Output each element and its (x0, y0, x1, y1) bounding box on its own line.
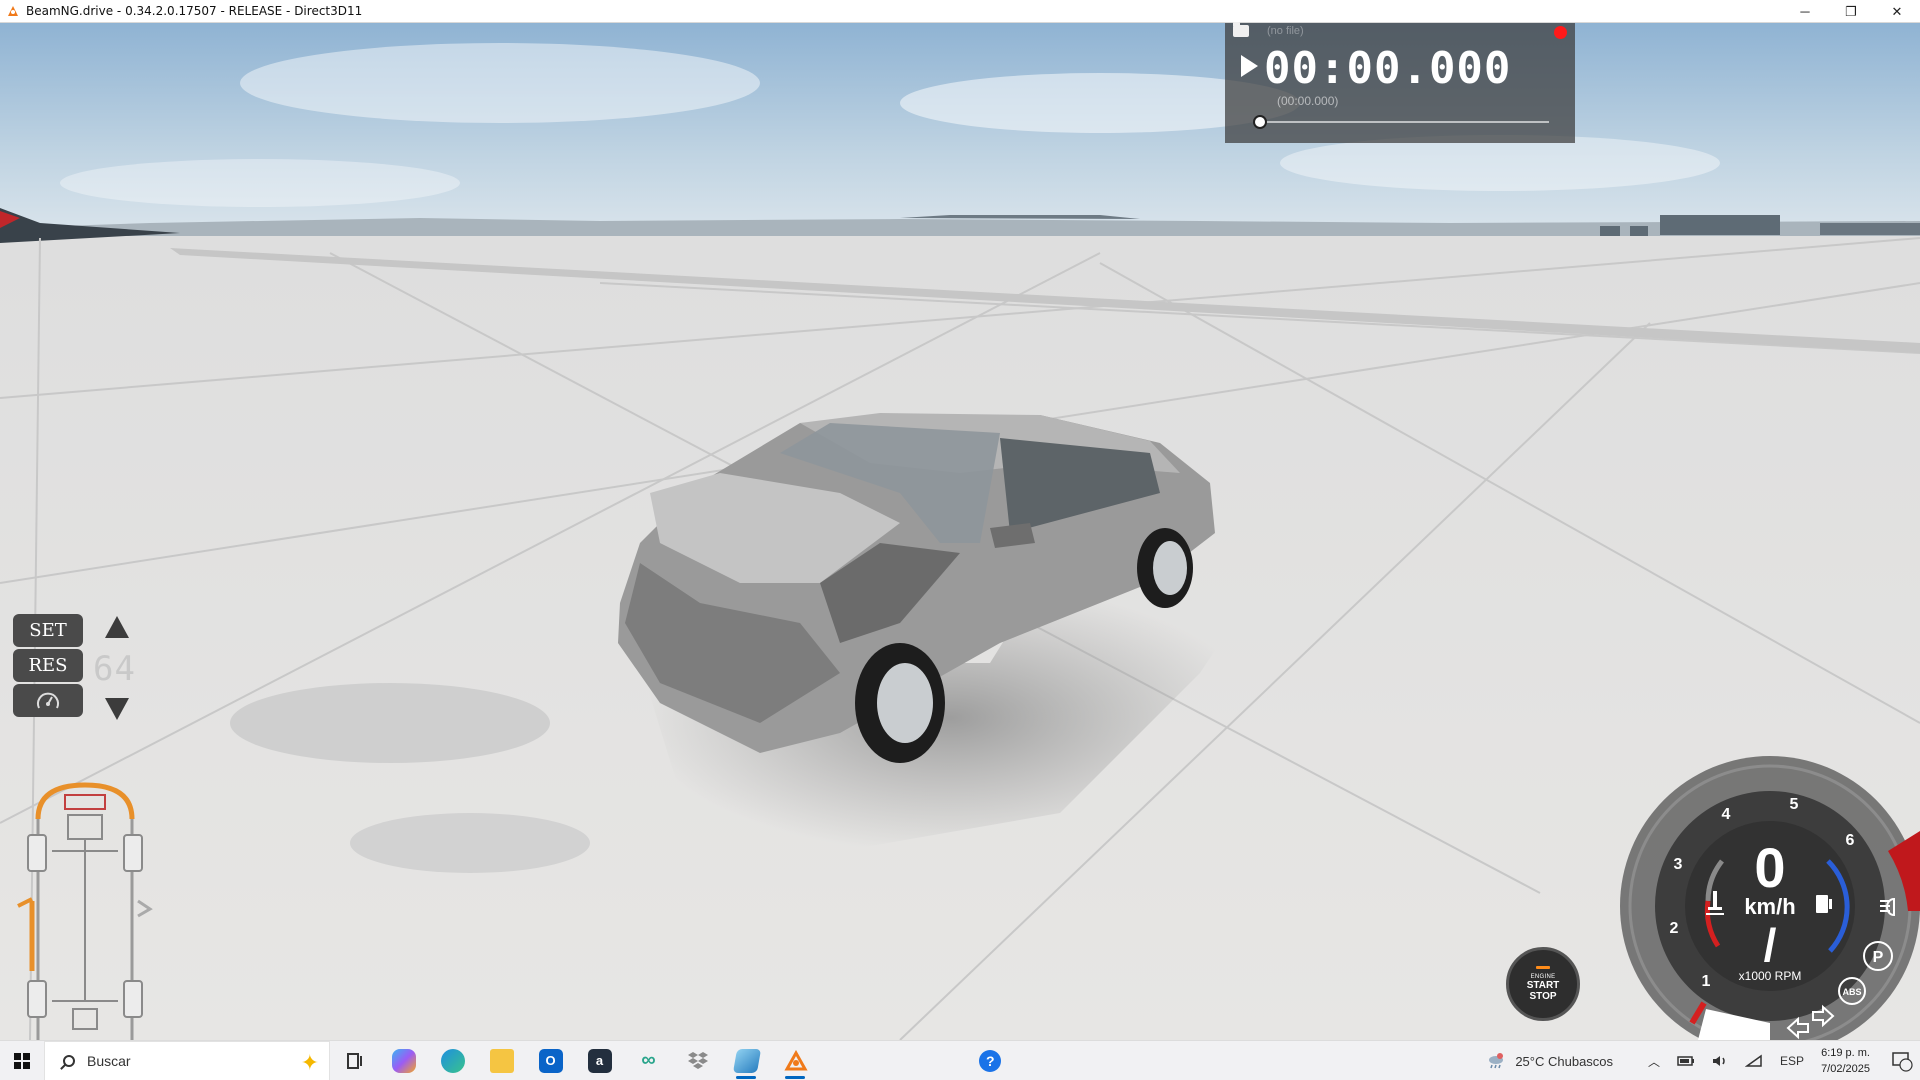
taskbar-edge[interactable] (428, 1041, 477, 1080)
show-hidden-icons-chevron-icon[interactable]: ︿ (1648, 1053, 1660, 1070)
folder-icon[interactable] (1233, 22, 1249, 37)
replay-timeline[interactable] (1259, 121, 1549, 123)
rpm-tick-2: 2 (1670, 920, 1679, 937)
close-button[interactable]: ✕ (1874, 0, 1920, 23)
search-placeholder: Buscar (87, 1052, 131, 1069)
system-tray: ? 25°C Chubascos ︿ ESP 6:19 p. m. 7/02/2… (979, 1041, 1920, 1080)
dashboard-gauge: 1 2 3 4 5 6 0 km/h / x1000 RPM P ABS (1620, 756, 1920, 1040)
cruise-speedometer-button[interactable] (13, 684, 83, 717)
cruise-decrease-arrow-icon[interactable] (105, 698, 129, 720)
cruise-control-panel: SET RES 64 (13, 614, 143, 724)
edge-icon (440, 1048, 465, 1073)
taskbar-dropbox[interactable] (673, 1041, 722, 1080)
blue-app-icon (732, 1048, 761, 1073)
input-language[interactable]: ESP (1780, 1054, 1804, 1068)
beamng-app-icon (8, 6, 18, 16)
rpm-tick-1: 1 (1702, 973, 1711, 990)
taskbar-task-view[interactable] (330, 1041, 379, 1080)
engine-indicator-light (1536, 966, 1550, 969)
rpm-tick-6: 6 (1846, 832, 1855, 849)
game-viewport[interactable]: SET RES 64 ENGINE START STOP 1 2 3 4 5 6… (0, 23, 1920, 1040)
cruise-set-button[interactable]: SET (13, 614, 83, 647)
weather-text: 25°C Chubascos (1515, 1053, 1614, 1069)
beamng-icon (783, 1049, 808, 1070)
windows-taskbar: Buscar ✦ O a ∞ ? 25°C Chubascos ︿ ESP 6:… (0, 1040, 1920, 1080)
task-view-icon (346, 1052, 362, 1069)
rpm-tick-3: 3 (1674, 856, 1683, 873)
taskbar-file-explorer[interactable] (477, 1041, 526, 1080)
folder-icon (489, 1048, 514, 1073)
speed-value: 0 (1754, 836, 1785, 899)
search-icon (63, 1054, 75, 1067)
maximize-button[interactable]: ❐ (1828, 0, 1874, 23)
speedometer-icon (37, 692, 59, 708)
replay-panel: (no file) 00:00.000 (00:00.000) (1225, 22, 1575, 143)
notification-center-button[interactable] (1884, 1041, 1920, 1080)
replay-timeline-handle[interactable] (1253, 115, 1267, 129)
rpm-label: x1000 RPM (1739, 969, 1802, 983)
taskbar-beamng[interactable] (771, 1041, 820, 1080)
taskbar-infinity-app[interactable]: ∞ (624, 1041, 673, 1080)
replay-subtime: (00:00.000) (1277, 94, 1339, 108)
replay-filename: (no file) (1267, 25, 1304, 37)
svg-text:ABS: ABS (1842, 987, 1861, 997)
window-title-bar: BeamNG.drive - 0.34.2.0.17507 - RELEASE … (0, 0, 1920, 23)
battery-icon[interactable] (1677, 1055, 1695, 1067)
svg-text:P: P (1873, 949, 1884, 966)
notification-icon (1892, 1052, 1913, 1072)
taskbar-copilot[interactable] (379, 1041, 428, 1080)
outlook-icon: O (538, 1048, 563, 1073)
cruise-speed-value: 64 (93, 649, 136, 689)
clock[interactable]: 6:19 p. m. 7/02/2025 (1821, 1045, 1870, 1077)
minimize-button[interactable]: ─ (1782, 0, 1828, 23)
wifi-icon[interactable] (1745, 1054, 1763, 1068)
dropbox-icon (687, 1051, 708, 1069)
replay-time: 00:00.000 (1264, 43, 1512, 94)
infinity-icon: ∞ (641, 1049, 656, 1071)
windows-logo-icon (14, 1052, 30, 1069)
taskbar-amazon[interactable]: a (575, 1041, 624, 1080)
taskbar-outlook[interactable]: O (526, 1041, 575, 1080)
engine-start-stop-button[interactable]: ENGINE START STOP (1506, 947, 1580, 1021)
cruise-increase-arrow-icon[interactable] (105, 616, 129, 638)
rpm-tick-4: 4 (1722, 806, 1731, 823)
cruise-resume-button[interactable]: RES (13, 649, 83, 682)
start-label: START (1526, 980, 1560, 991)
record-button[interactable] (1554, 26, 1567, 39)
rpm-tick-5: 5 (1790, 796, 1799, 813)
stop-label: STOP (1529, 991, 1557, 1002)
speed-unit: km/h (1744, 894, 1795, 919)
start-button[interactable] (0, 1041, 44, 1080)
taskbar-blue-app[interactable] (722, 1041, 771, 1080)
help-icon[interactable]: ? (979, 1050, 1002, 1072)
clock-date: 7/02/2025 (1821, 1063, 1870, 1075)
clock-time: 6:19 p. m. (1821, 1047, 1870, 1059)
copilot-icon (391, 1048, 416, 1073)
taskbar-search-box[interactable]: Buscar ✦ (44, 1040, 330, 1080)
rain-cloud-icon (1489, 1053, 1504, 1069)
window-title: BeamNG.drive - 0.34.2.0.17507 - RELEASE … (26, 4, 363, 18)
speaker-icon[interactable] (1711, 1054, 1729, 1068)
play-icon[interactable] (1241, 54, 1258, 77)
amazon-icon: a (587, 1048, 612, 1073)
vehicle-damage-diagram (17, 782, 153, 1040)
weather-widget[interactable]: 25°C Chubascos (1487, 1052, 1613, 1070)
gear-indicator: / (1764, 919, 1777, 971)
sparkle-icon: ✦ (300, 1049, 319, 1075)
